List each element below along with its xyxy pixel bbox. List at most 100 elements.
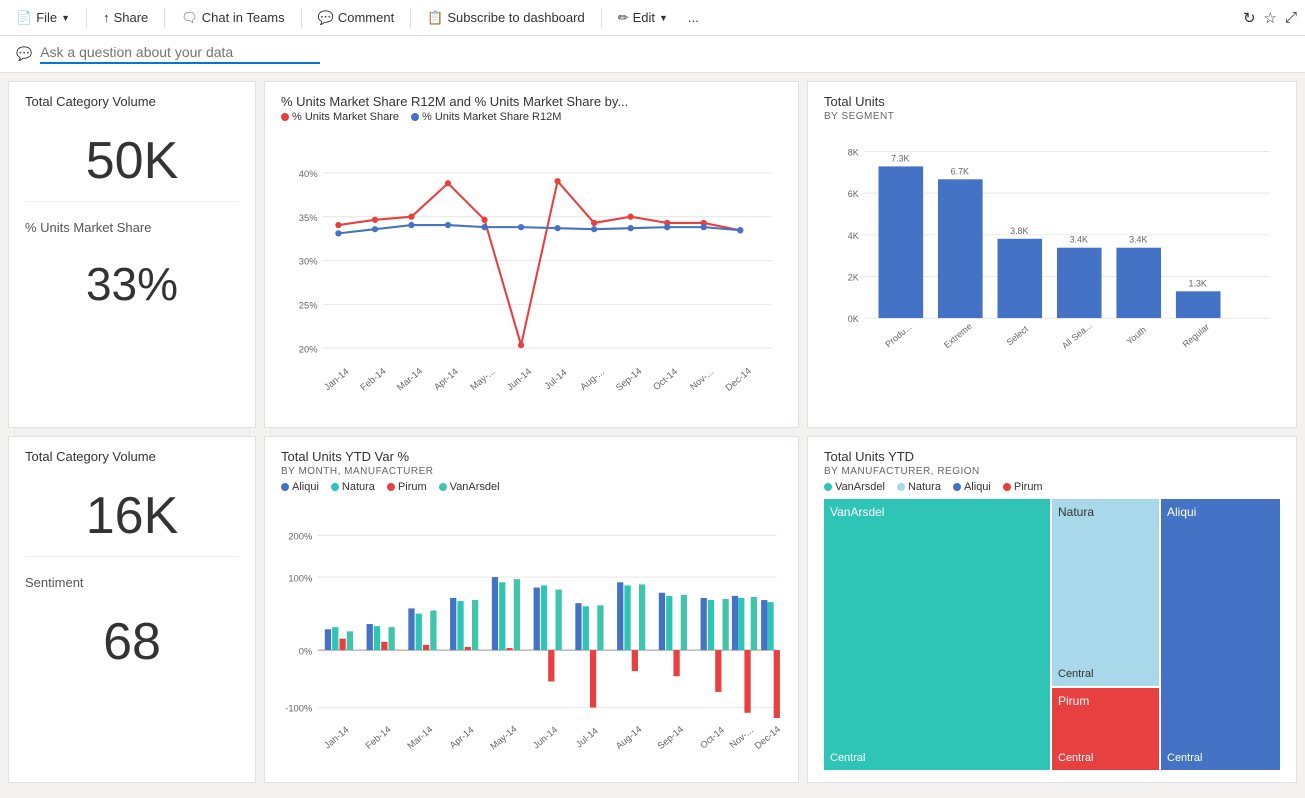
comment-button[interactable]: 💬 Comment — [310, 6, 403, 30]
svg-text:30%: 30% — [299, 256, 318, 267]
ytd-legend-0: Aliqui — [281, 481, 319, 493]
treemap-pirum: Pirum Central — [1052, 688, 1159, 770]
edit-icon: ✏ — [618, 10, 629, 26]
svg-text:Oct-14: Oct-14 — [698, 724, 727, 751]
tree-legend-2: Aliqui — [953, 481, 991, 493]
legend-label-1: % Units Market Share R12M — [422, 111, 561, 123]
svg-text:6.7K: 6.7K — [951, 166, 969, 176]
svg-text:4K: 4K — [848, 231, 859, 241]
svg-text:All Sea...: All Sea... — [1060, 320, 1094, 351]
svg-text:25%: 25% — [299, 300, 318, 311]
svg-text:Nov-...: Nov-... — [727, 724, 755, 750]
ask-input[interactable] — [40, 44, 320, 64]
svg-text:100%: 100% — [288, 572, 312, 583]
svg-text:0K: 0K — [848, 314, 859, 324]
ytd-dot-3 — [439, 483, 447, 491]
svg-text:Feb-14: Feb-14 — [363, 723, 393, 751]
kpi-value-3: 16K — [25, 486, 239, 546]
more-menu[interactable]: ... — [680, 6, 707, 29]
chat-teams-button[interactable]: 🗨 Chat in Teams — [173, 6, 292, 30]
svg-text:Apr-14: Apr-14 — [447, 724, 476, 751]
svg-text:200%: 200% — [288, 531, 312, 542]
svg-text:Jul-14: Jul-14 — [542, 366, 569, 391]
blue-line — [338, 225, 740, 233]
legend-dot-1 — [411, 113, 419, 121]
ytd-var-subtitle: BY MONTH, MANUFACTURER — [281, 466, 782, 477]
file-icon: 📄 — [16, 10, 32, 26]
ytd-legend-3: VanArsdel — [439, 481, 500, 493]
tree-legend-0: VanArsdel — [824, 481, 885, 493]
bar-1 — [938, 179, 983, 318]
kpi-title-4: Sentiment — [25, 575, 239, 590]
svg-text:Aug-...: Aug-... — [578, 366, 606, 392]
tree-dot-2 — [953, 483, 961, 491]
ytd-legend-1: Natura — [331, 481, 375, 493]
legend-dot-0 — [281, 113, 289, 121]
legend-item-0: % Units Market Share — [281, 111, 399, 123]
subscribe-icon: 📋 — [427, 10, 443, 26]
line-chart-title: % Units Market Share R12M and % Units Ma… — [281, 94, 782, 109]
share-button[interactable]: ↑ Share — [95, 6, 156, 29]
kpi-value-4: 68 — [25, 612, 239, 672]
svg-text:-100%: -100% — [285, 703, 312, 714]
kpi-title-1: Total Category Volume — [25, 94, 239, 109]
svg-text:Jan-14: Jan-14 — [322, 724, 351, 751]
ytd-var-title: Total Units YTD Var % — [281, 449, 782, 464]
fullscreen-icon[interactable]: ⤢ — [1285, 9, 1297, 26]
tree-legend-1: Natura — [897, 481, 941, 493]
bar-3 — [1057, 248, 1102, 318]
toolbar: 📄 File ▼ ↑ Share 🗨 Chat in Teams 💬 Comme… — [0, 0, 1305, 36]
tree-dot-0 — [824, 483, 832, 491]
svg-text:40%: 40% — [299, 168, 318, 179]
dashboard: Total Category Volume 50K % Units Market… — [0, 73, 1305, 791]
treemap-natura-label: Natura — [1058, 505, 1153, 519]
svg-text:Select: Select — [1005, 323, 1031, 347]
line-chart-card: % Units Market Share R12M and % Units Ma… — [264, 81, 799, 428]
svg-text:Sep-14: Sep-14 — [613, 365, 643, 393]
kpi-title-3: Total Category Volume — [25, 449, 239, 464]
svg-text:Feb-14: Feb-14 — [358, 365, 388, 393]
teams-icon: 🗨 — [181, 10, 198, 26]
bar-0 — [879, 166, 924, 318]
treemap-visual: VanArsdel Central Natura Central Pirum C… — [824, 499, 1280, 770]
comment-icon: 💬 — [318, 10, 334, 26]
bar-4 — [1116, 248, 1161, 318]
ask-bar: 💬 — [0, 36, 1305, 73]
kpi-card-1: Total Category Volume 50K % Units Market… — [8, 81, 256, 428]
treemap-vanarsdel-label: VanArsdel — [830, 505, 1044, 519]
treemap-aliqui: Aliqui Central — [1161, 499, 1280, 770]
svg-text:6K: 6K — [848, 189, 859, 199]
svg-text:Mar-14: Mar-14 — [405, 723, 435, 751]
svg-text:Jun-14: Jun-14 — [530, 724, 559, 751]
svg-text:Produ...: Produ... — [883, 322, 913, 350]
ytd-var-svg: 200% 100% 0% -100% — [281, 499, 782, 770]
svg-text:1.3K: 1.3K — [1189, 278, 1207, 288]
treemap-aliqui-region: Central — [1167, 752, 1274, 764]
kpi-title-2: % Units Market Share — [25, 220, 239, 235]
svg-text:Dec-14: Dec-14 — [723, 365, 753, 393]
svg-text:2K: 2K — [848, 272, 859, 282]
ytd-legend: Aliqui Natura Pirum VanArsdel — [281, 481, 782, 493]
svg-text:3.8K: 3.8K — [1010, 226, 1028, 236]
bar-2 — [997, 239, 1042, 318]
refresh-icon[interactable]: ↻ — [1243, 9, 1256, 27]
svg-text:3.4K: 3.4K — [1070, 235, 1088, 245]
svg-text:Dec-14: Dec-14 — [752, 723, 782, 751]
kpi-value-1: 50K — [25, 131, 239, 191]
subscribe-button[interactable]: 📋 Subscribe to dashboard — [419, 6, 593, 30]
file-menu[interactable]: 📄 File ▼ — [8, 6, 78, 30]
edit-chevron: ▼ — [659, 13, 668, 23]
edit-button[interactable]: ✏ Edit ▼ — [610, 6, 676, 30]
svg-text:3.4K: 3.4K — [1129, 235, 1147, 245]
sep2 — [164, 8, 165, 28]
treemap-legend: VanArsdel Natura Aliqui Pirum — [824, 481, 1280, 493]
bookmark-icon[interactable]: ☆ — [1264, 9, 1277, 27]
ytd-var-card: Total Units YTD Var % BY MONTH, MANUFACT… — [264, 436, 799, 783]
legend-item-1: % Units Market Share R12M — [411, 111, 561, 123]
treemap-natura: Natura Central — [1052, 499, 1159, 686]
bar-chart-svg: 8K 6K 4K 2K 0K 7.3K 6.7K 3.8K 3.4K 3.4K … — [824, 126, 1280, 415]
treemap-pirum-label: Pirum — [1058, 694, 1153, 708]
ytd-dot-1 — [331, 483, 339, 491]
line-chart-svg: 40% 35% 30% 25% 20% Jan-14 Feb-14 Mar-14… — [281, 129, 782, 415]
line-chart-legend: % Units Market Share % Units Market Shar… — [281, 111, 782, 123]
